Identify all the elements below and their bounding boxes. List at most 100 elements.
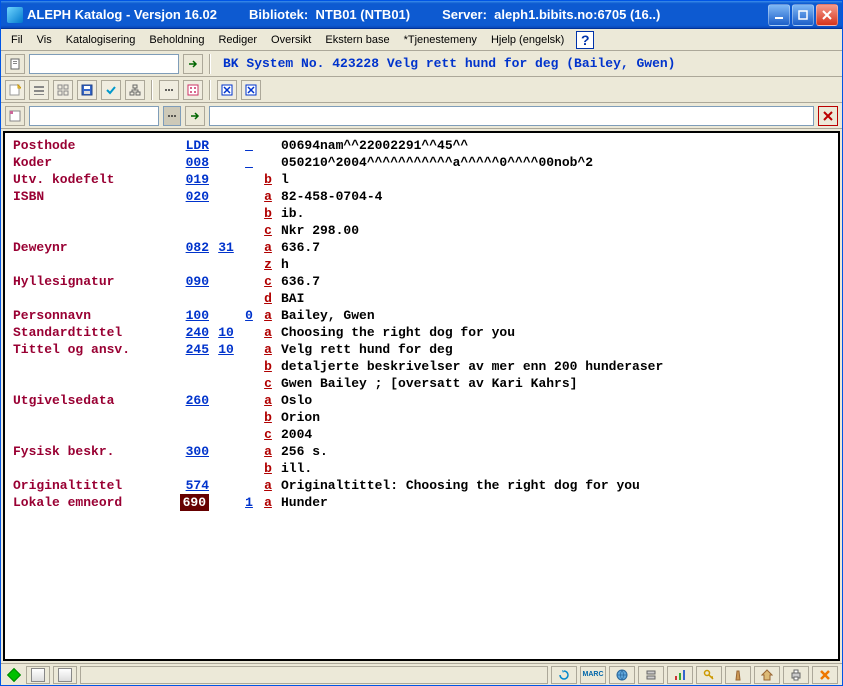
marc-row[interactable]: Koder008_050210^2004^^^^^^^^^^^a^^^^^0^^… [13, 154, 830, 171]
tool-save-icon[interactable] [77, 80, 97, 100]
subfield-code[interactable]: a [259, 341, 277, 358]
tool-list-icon[interactable] [29, 80, 49, 100]
field-indicator2[interactable]: _ [239, 137, 259, 154]
subfield-code[interactable]: c [259, 375, 277, 392]
field-tag[interactable]: 008 [173, 154, 213, 171]
marc-row[interactable]: dBAI [13, 290, 830, 307]
marc-row[interactable]: ISBN020a82-458-0704-4 [13, 188, 830, 205]
subfield-code[interactable]: b [259, 358, 277, 375]
field-value[interactable]: Gwen Bailey ; [oversatt av Kari Kahrs] [277, 375, 830, 392]
maximize-button[interactable] [792, 4, 814, 26]
field-indicator1[interactable]: 10 [213, 324, 239, 341]
minimize-button[interactable] [768, 4, 790, 26]
tool-dice-icon[interactable] [183, 80, 203, 100]
field-value[interactable]: 636.7 [277, 239, 830, 256]
close-button[interactable] [816, 4, 838, 26]
marc-row[interactable]: cNkr 298.00 [13, 222, 830, 239]
subfield-code[interactable]: b [259, 171, 277, 188]
tool-close-x1-button[interactable] [217, 80, 237, 100]
subfield-code[interactable]: a [259, 392, 277, 409]
editor-clear-button[interactable] [818, 106, 838, 126]
field-tag[interactable]: 574 [173, 477, 213, 494]
status-server-button[interactable] [638, 666, 664, 684]
marc-row[interactable]: Originaltittel574aOriginaltittel: Choosi… [13, 477, 830, 494]
field-value[interactable]: detaljerte beskrivelser av mer enn 200 h… [277, 358, 830, 375]
marc-row[interactable]: Deweynr08231a636.7 [13, 239, 830, 256]
editor-mode-button[interactable] [5, 106, 25, 126]
menu-fil[interactable]: Fil [5, 32, 29, 48]
menu-vis[interactable]: Vis [31, 32, 58, 48]
editor-field-input[interactable] [29, 106, 159, 126]
marc-row[interactable]: Fysisk beskr.300a256 s. [13, 443, 830, 460]
subfield-code[interactable]: a [259, 324, 277, 341]
editor-field-dropdown[interactable] [163, 106, 181, 126]
subfield-code[interactable]: b [259, 460, 277, 477]
field-value[interactable]: 00694nam^^22002291^^45^^ [277, 137, 830, 154]
field-tag[interactable]: 090 [173, 273, 213, 290]
subfield-code[interactable]: c [259, 273, 277, 290]
field-indicator2[interactable]: _ [239, 154, 259, 171]
marc-row[interactable]: bdetaljerte beskrivelser av mer enn 200 … [13, 358, 830, 375]
field-value[interactable]: BAI [277, 290, 830, 307]
tool-grid-icon[interactable] [53, 80, 73, 100]
subfield-code[interactable]: c [259, 426, 277, 443]
subfield-code[interactable]: d [259, 290, 277, 307]
field-indicator1[interactable]: 10 [213, 341, 239, 358]
field-tag[interactable]: 690 [180, 494, 209, 511]
menu-oversikt[interactable]: Oversikt [265, 32, 317, 48]
subfield-code[interactable]: a [259, 188, 277, 205]
marc-editor[interactable]: PosthodeLDR_00694nam^^22002291^^45^^Kode… [3, 131, 840, 661]
field-indicator1[interactable]: 31 [213, 239, 239, 256]
field-tag[interactable]: 082 [173, 239, 213, 256]
subfield-code[interactable]: a [259, 494, 277, 511]
field-value[interactable]: Hunder [277, 494, 830, 511]
field-tag[interactable]: 300 [173, 443, 213, 460]
tool-new-icon[interactable] [5, 80, 25, 100]
subfield-code[interactable]: a [259, 239, 277, 256]
status-key-button[interactable] [696, 666, 722, 684]
field-indicator2[interactable]: 1 [239, 494, 259, 511]
menu-tjenestemeny[interactable]: *Tjenestemeny [398, 32, 483, 48]
subfield-code[interactable]: a [259, 443, 277, 460]
tool-tree-icon[interactable] [125, 80, 145, 100]
menu-rediger[interactable]: Rediger [212, 32, 263, 48]
status-tower-button[interactable] [725, 666, 751, 684]
status-chart-button[interactable] [667, 666, 693, 684]
field-tag[interactable]: 100 [173, 307, 213, 324]
tool-check-icon[interactable] [101, 80, 121, 100]
field-value[interactable]: Oslo [277, 392, 830, 409]
marc-row[interactable]: Lokale emneord6901aHunder [13, 494, 830, 511]
status-globe-button[interactable] [609, 666, 635, 684]
marc-row[interactable]: c2004 [13, 426, 830, 443]
subfield-code[interactable]: c [259, 222, 277, 239]
field-value[interactable]: 256 s. [277, 443, 830, 460]
marc-row[interactable]: bOrion [13, 409, 830, 426]
field-value[interactable]: Orion [277, 409, 830, 426]
menu-katalogisering[interactable]: Katalogisering [60, 32, 142, 48]
field-indicator2[interactable]: 0 [239, 307, 259, 324]
marc-row[interactable]: Utgivelsedata260aOslo [13, 392, 830, 409]
field-tag[interactable]: 020 [173, 188, 213, 205]
subfield-code[interactable]: z [259, 256, 277, 273]
tool-close-x2-button[interactable] [241, 80, 261, 100]
subfield-code[interactable]: a [259, 477, 277, 494]
status-refresh-button[interactable] [551, 666, 577, 684]
field-value[interactable]: 82-458-0704-4 [277, 188, 830, 205]
marc-row[interactable]: bill. [13, 460, 830, 477]
field-tag[interactable]: 245 [173, 341, 213, 358]
location-input[interactable] [29, 54, 179, 74]
marc-row[interactable]: Standardtittel24010aChoosing the right d… [13, 324, 830, 341]
tool-ellipsis-button[interactable] [159, 80, 179, 100]
marc-row[interactable]: Utv. kodefelt019bl [13, 171, 830, 188]
marc-row[interactable]: cGwen Bailey ; [oversatt av Kari Kahrs] [13, 375, 830, 392]
marc-row[interactable]: zh [13, 256, 830, 273]
status-marc-button[interactable]: MARC [580, 666, 606, 684]
marc-row[interactable]: Hyllesignatur090c636.7 [13, 273, 830, 290]
field-value[interactable]: Choosing the right dog for you [277, 324, 830, 341]
menu-ekstern-base[interactable]: Ekstern base [319, 32, 395, 48]
menu-hjelp[interactable]: Hjelp (engelsk) [485, 32, 570, 48]
subfield-code[interactable]: b [259, 409, 277, 426]
marc-row[interactable]: bib. [13, 205, 830, 222]
status-print-button[interactable] [783, 666, 809, 684]
marc-row[interactable]: Personnavn1000aBailey, Gwen [13, 307, 830, 324]
